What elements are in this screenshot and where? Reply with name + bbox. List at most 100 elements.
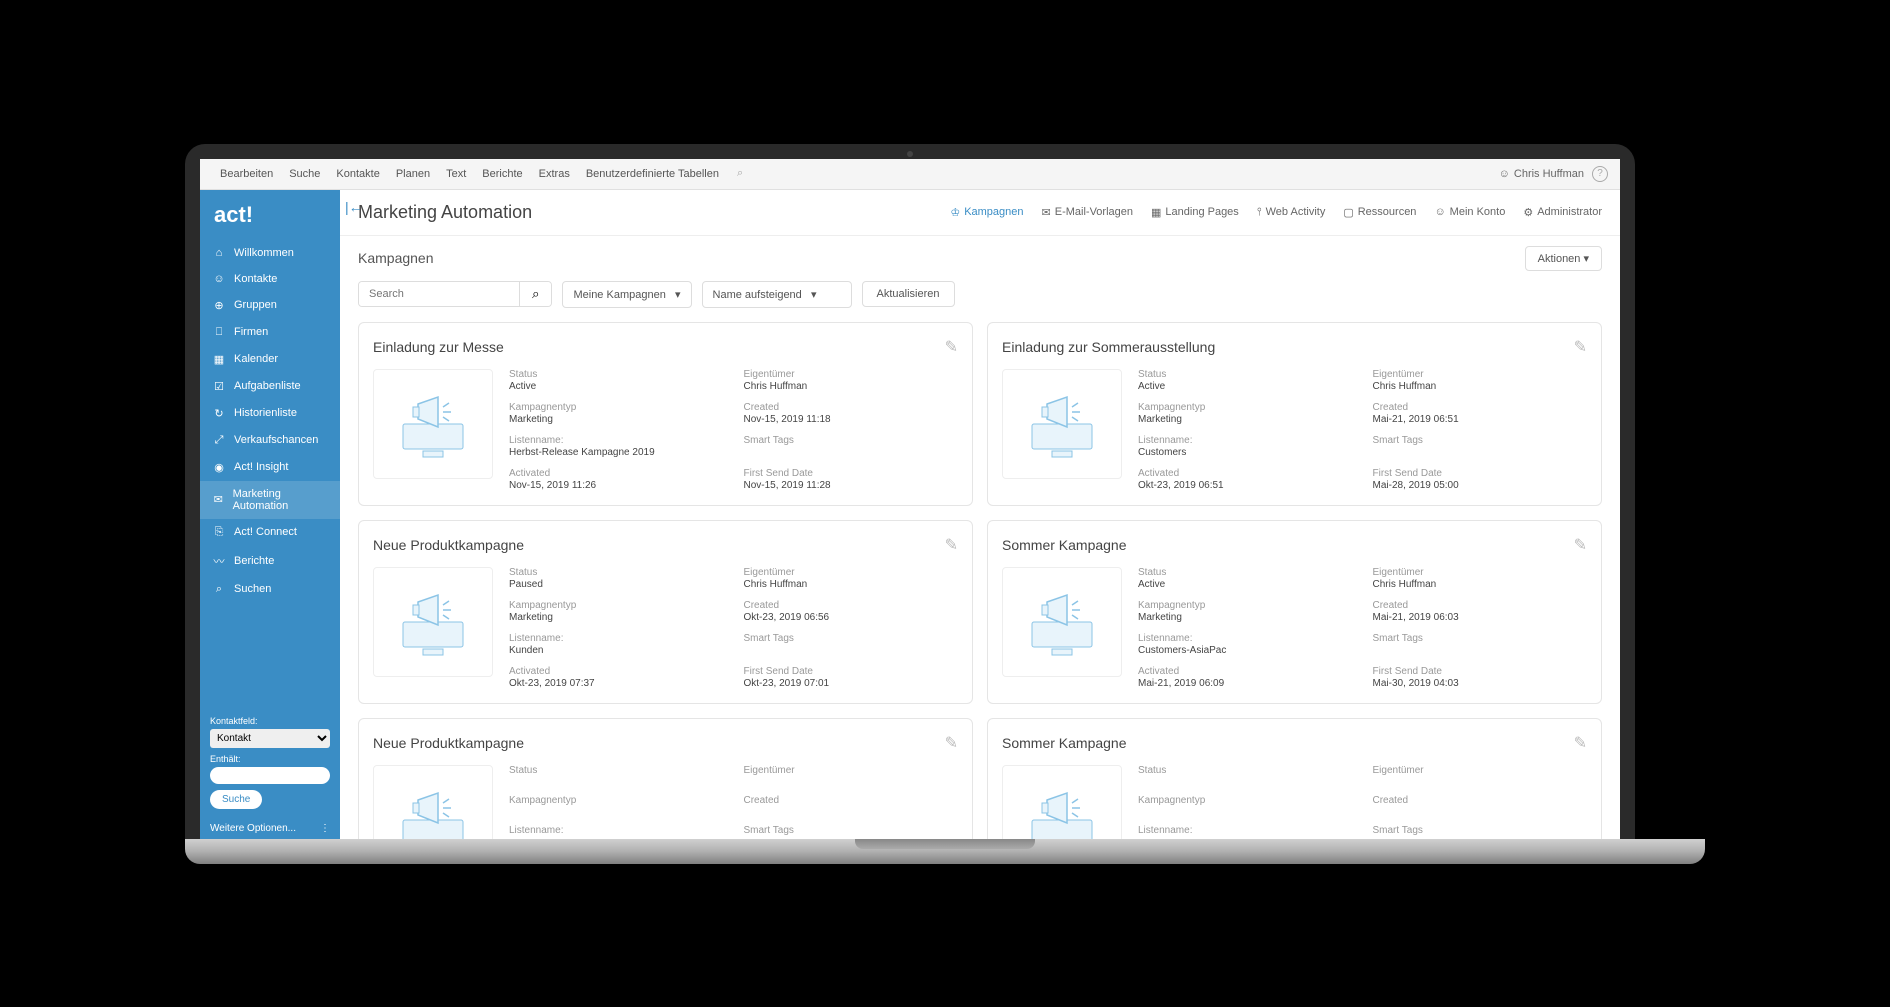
filter-kampagnen-select[interactable]: Meine Kampagnen ▾ [562,281,691,308]
nav-label: Verkaufschancen [234,434,318,446]
tags-label: Smart Tags [744,435,959,446]
owner-label: Eigentümer [1373,765,1588,776]
sidebar-item-marketing-automation[interactable]: ✉Marketing Automation [200,481,340,519]
tags-label: Smart Tags [1373,633,1588,644]
activated-label: Activated [509,666,724,677]
menu-bearbeiten[interactable]: Bearbeiten [212,165,281,183]
type-value: Marketing [509,414,724,425]
edit-icon[interactable]: ✎ [945,535,958,555]
tab-label: Kampagnen [964,206,1023,218]
sidebar-item-firmen[interactable]: ⎕Firmen [200,319,340,346]
edit-icon[interactable]: ✎ [1574,535,1587,555]
help-icon[interactable]: ? [1592,166,1608,182]
tab-label: Mein Konto [1450,206,1506,218]
campaign-thumbnail [373,567,493,677]
firstsend-value: Mai-30, 2019 04:03 [1373,678,1588,689]
search-input[interactable] [359,282,519,306]
list-value: Customers [1138,447,1353,458]
owner-value: Chris Huffman [1373,579,1588,590]
nav-label: Act! Insight [234,461,288,473]
nav-icon: ⊕ [212,299,226,312]
sidebar-item-aufgabenliste[interactable]: ☑Aufgabenliste [200,373,340,400]
campaign-thumbnail [1002,369,1122,479]
list-value: Customers-AsiaPac [1138,645,1353,656]
nav-icon: ☺ [212,273,226,285]
edit-icon[interactable]: ✎ [1574,733,1587,753]
aktionen-button[interactable]: Aktionen ▾ [1525,246,1602,271]
menu-extras[interactable]: Extras [531,165,578,183]
section-title: Kampagnen [358,250,434,266]
enthaelt-input[interactable] [210,767,330,784]
filter-sort-select[interactable]: Name aufsteigend ▾ [702,281,852,308]
sidebar-item-historienliste[interactable]: ↻Historienliste [200,400,340,427]
search-button[interactable]: ⌕ [519,282,551,306]
firstsend-label: First Send Date [744,468,959,479]
tab-web-activity[interactable]: ⫯Web Activity [1257,206,1326,219]
suche-button[interactable]: Suche [210,790,262,809]
aktualisieren-button[interactable]: Aktualisieren [862,281,955,307]
created-value: Nov-15, 2019 11:18 [744,414,959,425]
campaign-thumbnail [373,765,493,839]
type-value: Marketing [1138,612,1353,623]
menu-suche[interactable]: Suche [281,165,328,183]
tab-icon: ♔ [950,206,960,219]
tab-landing-pages[interactable]: ▦Landing Pages [1151,206,1239,219]
list-label: Listenname: [509,825,724,836]
status-label: Status [1138,765,1353,776]
list-value: Kunden [509,645,724,656]
sidebar-item-suchen[interactable]: ⌕Suchen [200,576,340,603]
tab-mein-konto[interactable]: ☺Mein Konto [1434,206,1505,219]
menu-kontakte[interactable]: Kontakte [328,165,387,183]
nav-label: Gruppen [234,299,277,311]
kontaktfeld-select[interactable]: Kontakt [210,729,330,748]
menu-berichte[interactable]: Berichte [474,165,530,183]
nav-label: Act! Connect [234,526,297,538]
tab-e-mail-vorlagen[interactable]: ✉E-Mail-Vorlagen [1042,206,1133,219]
menu-text[interactable]: Text [438,165,474,183]
list-label: Listenname: [1138,633,1353,644]
more-icon: ⋮ [320,823,330,834]
firstsend-label: First Send Date [1373,468,1588,479]
nav-label: Suchen [234,583,271,595]
nav-label: Kontakte [234,273,277,285]
edit-icon[interactable]: ✎ [945,733,958,753]
sidebar-item-act-insight[interactable]: ◉Act! Insight [200,454,340,481]
type-label: Kampagnentyp [509,600,724,611]
sidebar-item-kalender[interactable]: ▦Kalender [200,346,340,373]
list-label: Listenname: [1138,825,1353,836]
campaign-title: Neue Produktkampagne [373,735,524,751]
campaign-title: Einladung zur Sommerausstellung [1002,339,1215,355]
owner-value: Chris Huffman [1373,381,1588,392]
menu-planen[interactable]: Planen [388,165,438,183]
tab-kampagnen[interactable]: ♔ Kampagnen [950,206,1023,219]
created-value: Mai-21, 2019 06:03 [1373,612,1588,623]
sidebar-item-berichte[interactable]: 〰Berichte [200,546,340,576]
sidebar-item-kontakte[interactable]: ☺ Kontakte [200,266,340,292]
tab-administrator[interactable]: ⚙Administrator [1523,206,1602,219]
tab-icon: ▦ [1151,206,1161,219]
sidebar-item-verkaufschancen[interactable]: ⤢Verkaufschancen [200,427,340,454]
campaign-card: Einladung zur Sommerausstellung✎StatusAc… [987,322,1602,506]
user-profile[interactable]: ☺ Chris Huffman [1499,168,1584,180]
search-icon[interactable]: ⌕ [737,167,743,180]
sidebar-item-gruppen[interactable]: ⊕ Gruppen [200,292,340,319]
sidebar-item-willkommen[interactable]: ⌂Willkommen [200,240,340,266]
tab-ressourcen[interactable]: ▢Ressourcen [1343,206,1416,219]
firstsend-label: First Send Date [1373,666,1588,677]
nav-label: Historienliste [234,407,297,419]
firstsend-value: Mai-28, 2019 05:00 [1373,480,1588,491]
tags-label: Smart Tags [744,633,959,644]
menu-benutzerdefinierte[interactable]: Benutzerdefinierte Tabellen [578,165,727,183]
edit-icon[interactable]: ✎ [945,337,958,357]
activated-label: Activated [1138,468,1353,479]
owner-label: Eigentümer [744,765,959,776]
collapse-sidebar-icon[interactable]: |← [345,199,363,215]
sidebar-item-act-connect[interactable]: ⎘Act! Connect [200,519,340,546]
owner-label: Eigentümer [744,567,959,578]
edit-icon[interactable]: ✎ [1574,337,1587,357]
nav-icon: ▦ [212,353,226,366]
weitere-optionen[interactable]: Weitere Optionen... ⋮ [200,817,340,839]
firstsend-label: First Send Date [744,666,959,677]
campaign-title: Neue Produktkampagne [373,537,524,553]
nav-icon: 〰 [212,553,226,569]
